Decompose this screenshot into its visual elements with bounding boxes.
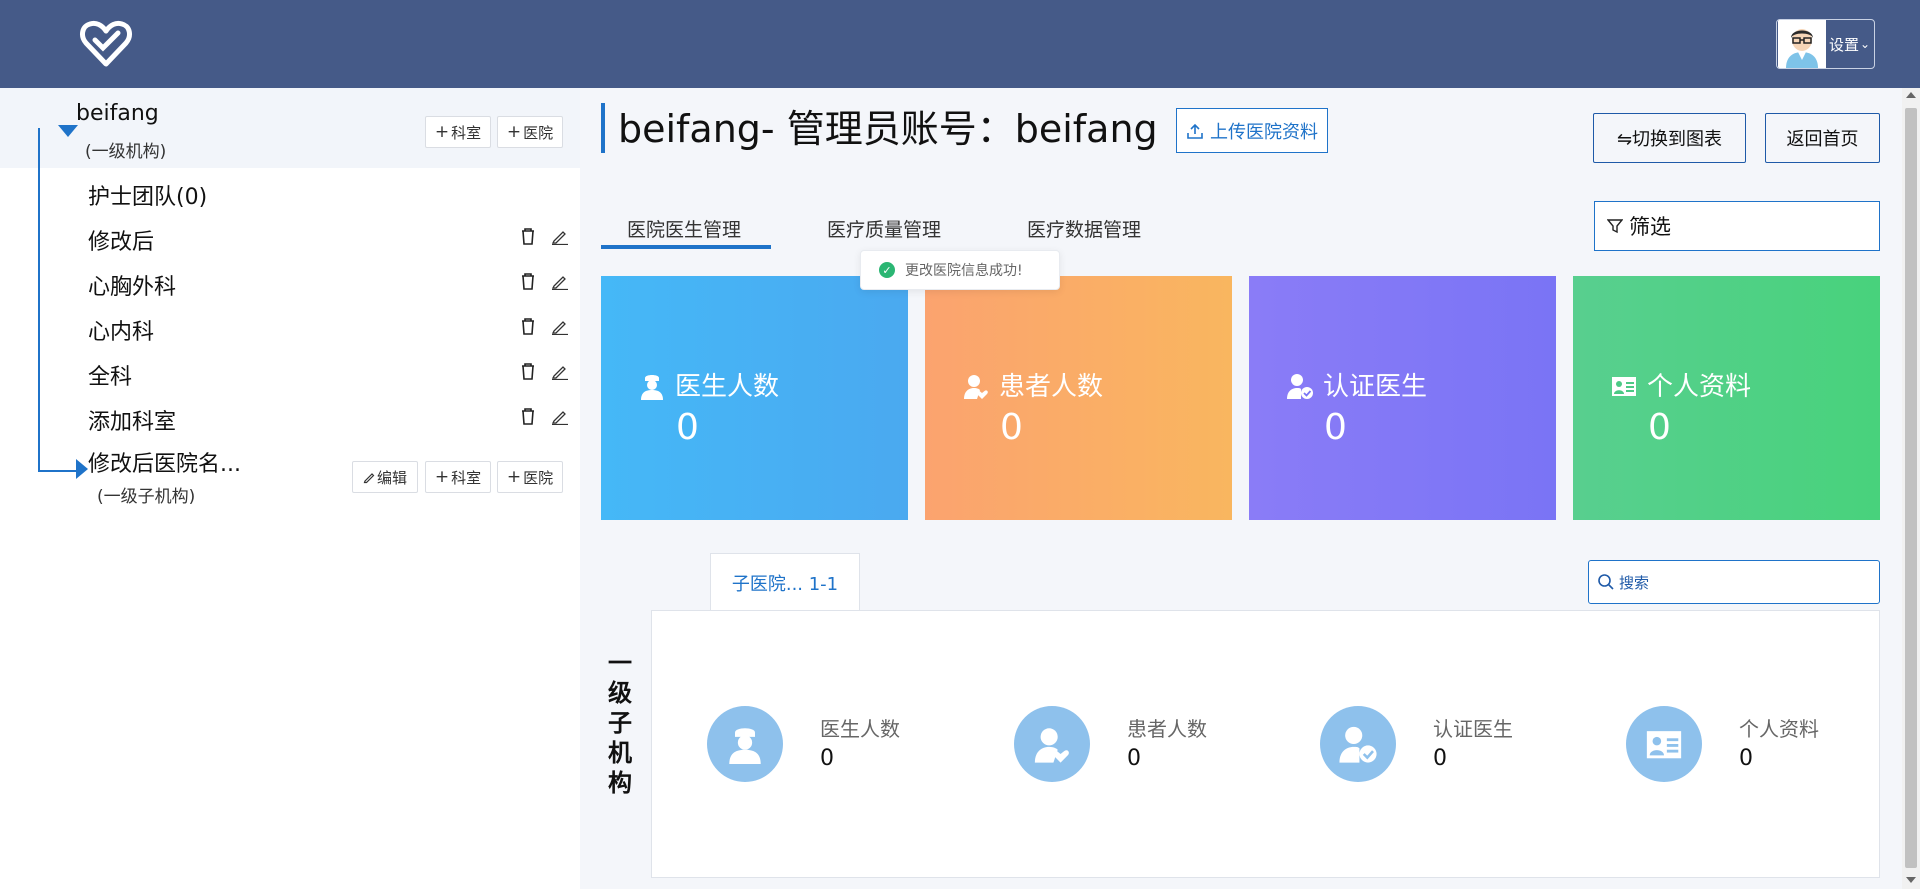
upload-hospital-info-button[interactable]: 上传医院资料 — [1176, 108, 1328, 153]
title-accent-bar — [601, 103, 605, 153]
card-label: 患者人数 — [999, 372, 1104, 402]
card-value: 0 — [1324, 407, 1347, 448]
root-org-name[interactable]: beifang — [76, 101, 159, 126]
child-org-name[interactable]: 修改后医院名... — [88, 446, 241, 478]
user-settings-menu[interactable]: 设置 ⌄ — [1776, 19, 1875, 69]
trash-icon[interactable] — [518, 316, 538, 336]
verified-doctor-icon — [1287, 374, 1313, 399]
card-label: 个人资料 — [1647, 372, 1752, 402]
department-item[interactable]: 添加科室 — [88, 404, 176, 436]
edit-pencil-icon[interactable] — [550, 226, 570, 246]
edit-pencil-icon[interactable] — [550, 406, 570, 426]
active-tab-indicator — [601, 245, 771, 249]
doctor-icon — [641, 375, 663, 400]
card-doctor-count[interactable]: 医生人数 0 — [601, 276, 908, 520]
back-home-button[interactable]: 返回首页 — [1765, 113, 1880, 163]
switch-to-chart-button[interactable]: ⇋切换到图表 — [1593, 113, 1746, 163]
plus-icon: + — [506, 122, 522, 142]
filter-button[interactable]: 筛选 — [1594, 201, 1880, 251]
card-value: 0 — [676, 407, 699, 448]
trash-icon[interactable] — [518, 406, 538, 426]
stat-label: 认证医生 — [1433, 717, 1513, 741]
toast-message: 更改医院信息成功! — [905, 263, 1023, 279]
stat-label: 医生人数 — [820, 717, 900, 741]
edit-org-button[interactable]: 编辑 — [352, 461, 418, 493]
expand-caret-right-icon[interactable] — [76, 459, 88, 479]
search-input[interactable]: 搜索 — [1588, 560, 1880, 604]
heart-logo-icon — [78, 18, 134, 68]
scroll-up-arrow-icon[interactable] — [1906, 92, 1916, 98]
card-patient-count[interactable]: 患者人数 0 — [925, 276, 1232, 520]
add-hospital-button[interactable]: + 医院 — [497, 116, 563, 148]
avatar — [1778, 20, 1826, 68]
patient-icon — [964, 375, 988, 399]
card-value: 0 — [1000, 407, 1023, 448]
search-icon — [1598, 574, 1614, 590]
department-item[interactable]: 心内科 — [88, 314, 154, 346]
card-profile[interactable]: 个人资料 0 — [1573, 276, 1880, 520]
scroll-down-arrow-icon[interactable] — [1906, 877, 1916, 883]
stat-value: 0 — [1127, 746, 1141, 771]
stat-label: 个人资料 — [1739, 717, 1819, 741]
verified-doctor-icon — [1320, 706, 1396, 782]
add-hospital-button[interactable]: + 医院 — [497, 461, 563, 493]
expand-caret-down-icon[interactable] — [58, 125, 78, 137]
tab-data-management[interactable]: 医疗数据管理 — [1027, 215, 1141, 242]
chevron-down-icon: ⌄ — [1860, 37, 1871, 51]
edit-pencil-icon[interactable] — [550, 361, 570, 381]
tab-quality-management[interactable]: 医疗质量管理 — [827, 215, 941, 242]
stat-label: 患者人数 — [1127, 717, 1207, 741]
success-toast: ✓ 更改医院信息成功! — [860, 250, 1060, 290]
profile-card-icon — [1626, 706, 1702, 782]
child-org-level: (一级子机构) — [97, 487, 196, 507]
card-label: 医生人数 — [675, 372, 780, 402]
upload-icon — [1187, 123, 1203, 139]
tab-sub-hospital[interactable]: 子医院... 1-1 — [710, 553, 860, 611]
page-title: beifang- 管理员账号：beifang — [618, 107, 1158, 151]
edit-pencil-icon[interactable] — [550, 316, 570, 336]
department-actions — [518, 226, 570, 246]
plus-icon: + — [434, 467, 450, 487]
scrollbar-thumb[interactable] — [1905, 108, 1917, 868]
stat-value: 0 — [1433, 746, 1447, 771]
department-item[interactable]: 心胸外科 — [88, 269, 176, 301]
department-actions — [518, 316, 570, 336]
plus-icon: + — [506, 467, 522, 487]
add-department-button[interactable]: + 科室 — [425, 461, 491, 493]
patient-icon — [1014, 706, 1090, 782]
card-verified-doctor[interactable]: 认证医生 0 — [1249, 276, 1556, 520]
tab-doctor-management[interactable]: 医院医生管理 — [627, 215, 741, 242]
department-actions — [518, 361, 570, 381]
trash-icon[interactable] — [518, 226, 538, 246]
edit-pencil-icon[interactable] — [550, 271, 570, 291]
plus-icon: + — [434, 122, 450, 142]
section-label: 一级子机构 — [608, 649, 632, 797]
department-item[interactable]: 修改后 — [88, 224, 154, 256]
stat-value: 0 — [1739, 746, 1753, 771]
root-org-level: (一级机构) — [85, 142, 167, 162]
tree-connector-line-horizontal — [38, 470, 78, 472]
edit-pencil-icon — [363, 473, 375, 484]
trash-icon[interactable] — [518, 361, 538, 381]
tree-connector-line — [38, 128, 40, 472]
profile-card-icon — [1612, 377, 1636, 396]
top-header: 设置 ⌄ — [0, 0, 1920, 88]
stat-value: 0 — [820, 746, 834, 771]
department-actions — [518, 271, 570, 291]
filter-icon — [1607, 219, 1623, 234]
department-item[interactable]: 护士团队(0) — [88, 179, 207, 211]
department-actions — [518, 406, 570, 426]
department-item[interactable]: 全科 — [88, 359, 132, 391]
add-department-button[interactable]: + 科室 — [425, 116, 491, 148]
check-circle-icon: ✓ — [879, 262, 895, 278]
settings-label: 设置 — [1829, 35, 1860, 54]
doctor-icon — [707, 706, 783, 782]
trash-icon[interactable] — [518, 271, 538, 291]
card-label: 认证医生 — [1323, 372, 1428, 402]
org-tree-sidebar — [0, 88, 580, 889]
card-value: 0 — [1648, 407, 1671, 448]
